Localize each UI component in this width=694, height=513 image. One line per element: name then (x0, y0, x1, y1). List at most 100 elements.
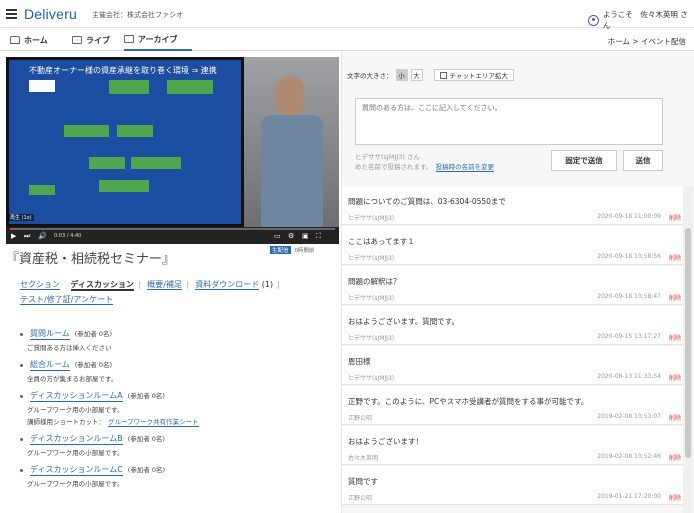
delete-link[interactable]: 削除 (669, 213, 681, 222)
main-nav: ホーム ライブ アーカイブ ホーム > イベント配信 (0, 29, 694, 51)
message-author: 佐々木英明 (348, 455, 379, 462)
room-shortcut: 講師様用ショートカット： グループワーク共有作業シート (27, 416, 340, 427)
pip-icon[interactable]: ▣ (302, 232, 309, 240)
tab-overview[interactable]: 概要/補足 (147, 280, 182, 290)
message-date: 2020-09-18 10:58:47 (597, 293, 661, 300)
message-date: 2019-02-08 10:53:07 (597, 413, 661, 420)
list-item: 問題についてのご質問は、03-6304-0550まで ヒデササ(sJMJJ3) … (342, 186, 683, 225)
nav-home-label: ホーム (24, 35, 48, 45)
user-greeting[interactable]: ようこそ 佐々木英明 さん (588, 9, 694, 31)
video-progress-bar[interactable] (10, 228, 335, 230)
scroll-thumb[interactable] (685, 228, 691, 458)
list-item: 恩田様 ヒデササ(sJMJJ3) 2020-08-13 11:33:54 削除 (342, 346, 683, 385)
message-date: 2019-02-08 10:52:46 (597, 453, 661, 460)
message-author: ヒデササ(sJMJJ3) (348, 215, 395, 222)
skip-icon[interactable]: ⏭ (24, 232, 30, 241)
room-link[interactable]: ディスカッションルームA (30, 390, 123, 402)
settings-icon[interactable]: ⚙ (288, 232, 294, 240)
room-list: 質問ルーム (参加者 0名) ご質問ある方は挿入ください 総合ルーム (参加者 0名… (20, 328, 340, 495)
message-text: おはようございます。質問です。 (348, 317, 459, 326)
list-item: 質問です 正野公昭 2019-01-21 17:20:00 削除 (342, 466, 683, 505)
room-desc: グループワーク用の小部屋です。 (27, 406, 124, 414)
font-size-controls: 文字の大きさ： 小 大 チャットエリア拡大 (347, 69, 514, 81)
nav-live-label: ライブ (86, 35, 110, 45)
delete-link[interactable]: 削除 (669, 373, 681, 382)
font-large-button[interactable]: 大 (410, 69, 423, 81)
room-count: (参加者 0名) (74, 330, 113, 338)
room-link[interactable]: ディスカッションルームC (30, 464, 123, 476)
message-list: 問題についてのご質問は、03-6304-0550まで ヒデササ(sJMJJ3) … (342, 186, 683, 513)
nav-live[interactable]: ライブ (72, 29, 110, 51)
nickname-line: ヒデササ(sJMJJ3) さん (355, 153, 421, 161)
nickname-note: めた名前で投稿されます。 (355, 163, 430, 171)
slide-title: 不動産オーナー様の資産承継を取り巻く環境 ⇒ 連携 (29, 66, 217, 75)
fullscreen-icon[interactable]: ⛶ (316, 232, 321, 241)
logo[interactable]: Deliveru (24, 6, 77, 22)
slide-box (89, 157, 125, 169)
change-name-link[interactable]: 投稿時の名前を変更 (435, 163, 495, 172)
message-text: 問題の解釈は？ (348, 277, 401, 286)
slide-box (29, 80, 55, 92)
list-item: ここはあってます１ ヒデササ(sJMJJ3) 2020-09-18 10:58:… (342, 226, 683, 265)
shortcut-link[interactable]: グループワーク共有作業シート (108, 418, 199, 427)
tab-section[interactable]: セクション (20, 280, 60, 290)
message-date: 2020-09-15 13:17:27 (597, 333, 661, 340)
slide-box (167, 80, 213, 94)
list-item: ディスカッションルームA (参加者 0名) グループワーク用の小部屋です。 講師様… (20, 390, 340, 427)
nav-archive-label: アーカイブ (138, 34, 178, 44)
message-text: 質問です (348, 477, 378, 486)
room-link[interactable]: 質問ルーム (30, 328, 70, 340)
delete-link[interactable]: 削除 (669, 253, 681, 262)
tab-test[interactable]: テスト/修了証/アンケート (20, 295, 114, 305)
room-desc: ご質問ある方は挿入ください (27, 344, 112, 352)
chat-scrollbar[interactable] (683, 186, 693, 513)
message-date: 2020-09-18 11:00:09 (597, 213, 661, 220)
slide-box (99, 180, 149, 192)
playback-badge: 再生 (1x) (8, 214, 34, 221)
message-date: 2019-01-21 17:20:00 (597, 493, 661, 500)
message-author: 正野公昭 (348, 495, 373, 502)
expand-chat-button[interactable]: チャットエリア拡大 (433, 69, 514, 81)
delete-link[interactable]: 削除 (669, 293, 681, 302)
play-icon[interactable]: ▶ (11, 232, 16, 240)
hamburger-menu-icon[interactable] (6, 9, 17, 19)
delete-link[interactable]: 削除 (669, 453, 681, 462)
delete-link[interactable]: 削除 (669, 333, 681, 342)
camera-icon (72, 36, 82, 44)
session-title: 『資産税・相続税セミナー』 (6, 252, 176, 267)
welcome-text: ようこそ 佐々木英明 さん (602, 10, 688, 30)
volume-icon[interactable]: 🔊 (38, 232, 47, 240)
slide-box (131, 157, 181, 169)
room-link[interactable]: ディスカッションルームB (30, 433, 123, 445)
video-player[interactable]: 不動産オーナー様の資産承継を取り巻く環境 ⇒ 連携 再生 (1x) ▶ ⏭ 🔊 … (6, 57, 339, 244)
room-link[interactable]: 総合ルーム (30, 359, 70, 371)
message-author: ヒデササ(sJMJJ3) (348, 295, 395, 302)
breadcrumb[interactable]: ホーム > イベント配信 (608, 36, 686, 47)
send-button[interactable]: 送信 (623, 150, 663, 171)
slide-box (117, 125, 153, 137)
nav-archive[interactable]: アーカイブ (124, 29, 192, 51)
message-author: ヒデササ(sJMJJ3) (348, 375, 395, 382)
nav-home[interactable]: ホーム (10, 29, 48, 51)
delete-link[interactable]: 削除 (669, 493, 681, 502)
fixed-send-button[interactable]: 固定で送信 (551, 150, 617, 171)
room-desc: グループワーク用の小部屋です。 (27, 449, 124, 457)
list-item: ディスカッションルームB (参加者 0名) グループワーク用の小部屋です。 (20, 433, 340, 457)
tab-discussion[interactable]: ディスカッション (70, 280, 134, 291)
tab-download[interactable]: 資料ダウンロード (195, 280, 260, 290)
subtitles-icon[interactable]: ▭ (274, 232, 281, 240)
question-input[interactable] (355, 98, 663, 145)
presenter (256, 77, 326, 227)
room-count: (参加者 0名) (127, 466, 166, 474)
slide-box (64, 125, 109, 137)
message-author: 正野公昭 (348, 415, 373, 422)
download-count: (1) (261, 280, 274, 289)
time-ago: 0時間前 (294, 248, 315, 254)
message-text: おはようございます！ (348, 437, 423, 446)
font-small-button[interactable]: 小 (395, 69, 408, 81)
list-item: 正野です。このように、PCやスマホ受講者が質問をする事が可能です。 正野公昭 2… (342, 386, 683, 425)
nickname-info: ヒデササ(sJMJJ3) さん めた名前で投稿されます。 投稿時の名前を変更 (355, 152, 495, 172)
delete-link[interactable]: 削除 (669, 413, 681, 422)
room-count: (参加者 0名) (74, 361, 113, 369)
list-item: 総合ルーム (参加者 0名) 全員の方が集まるお部屋です。 (20, 359, 340, 383)
